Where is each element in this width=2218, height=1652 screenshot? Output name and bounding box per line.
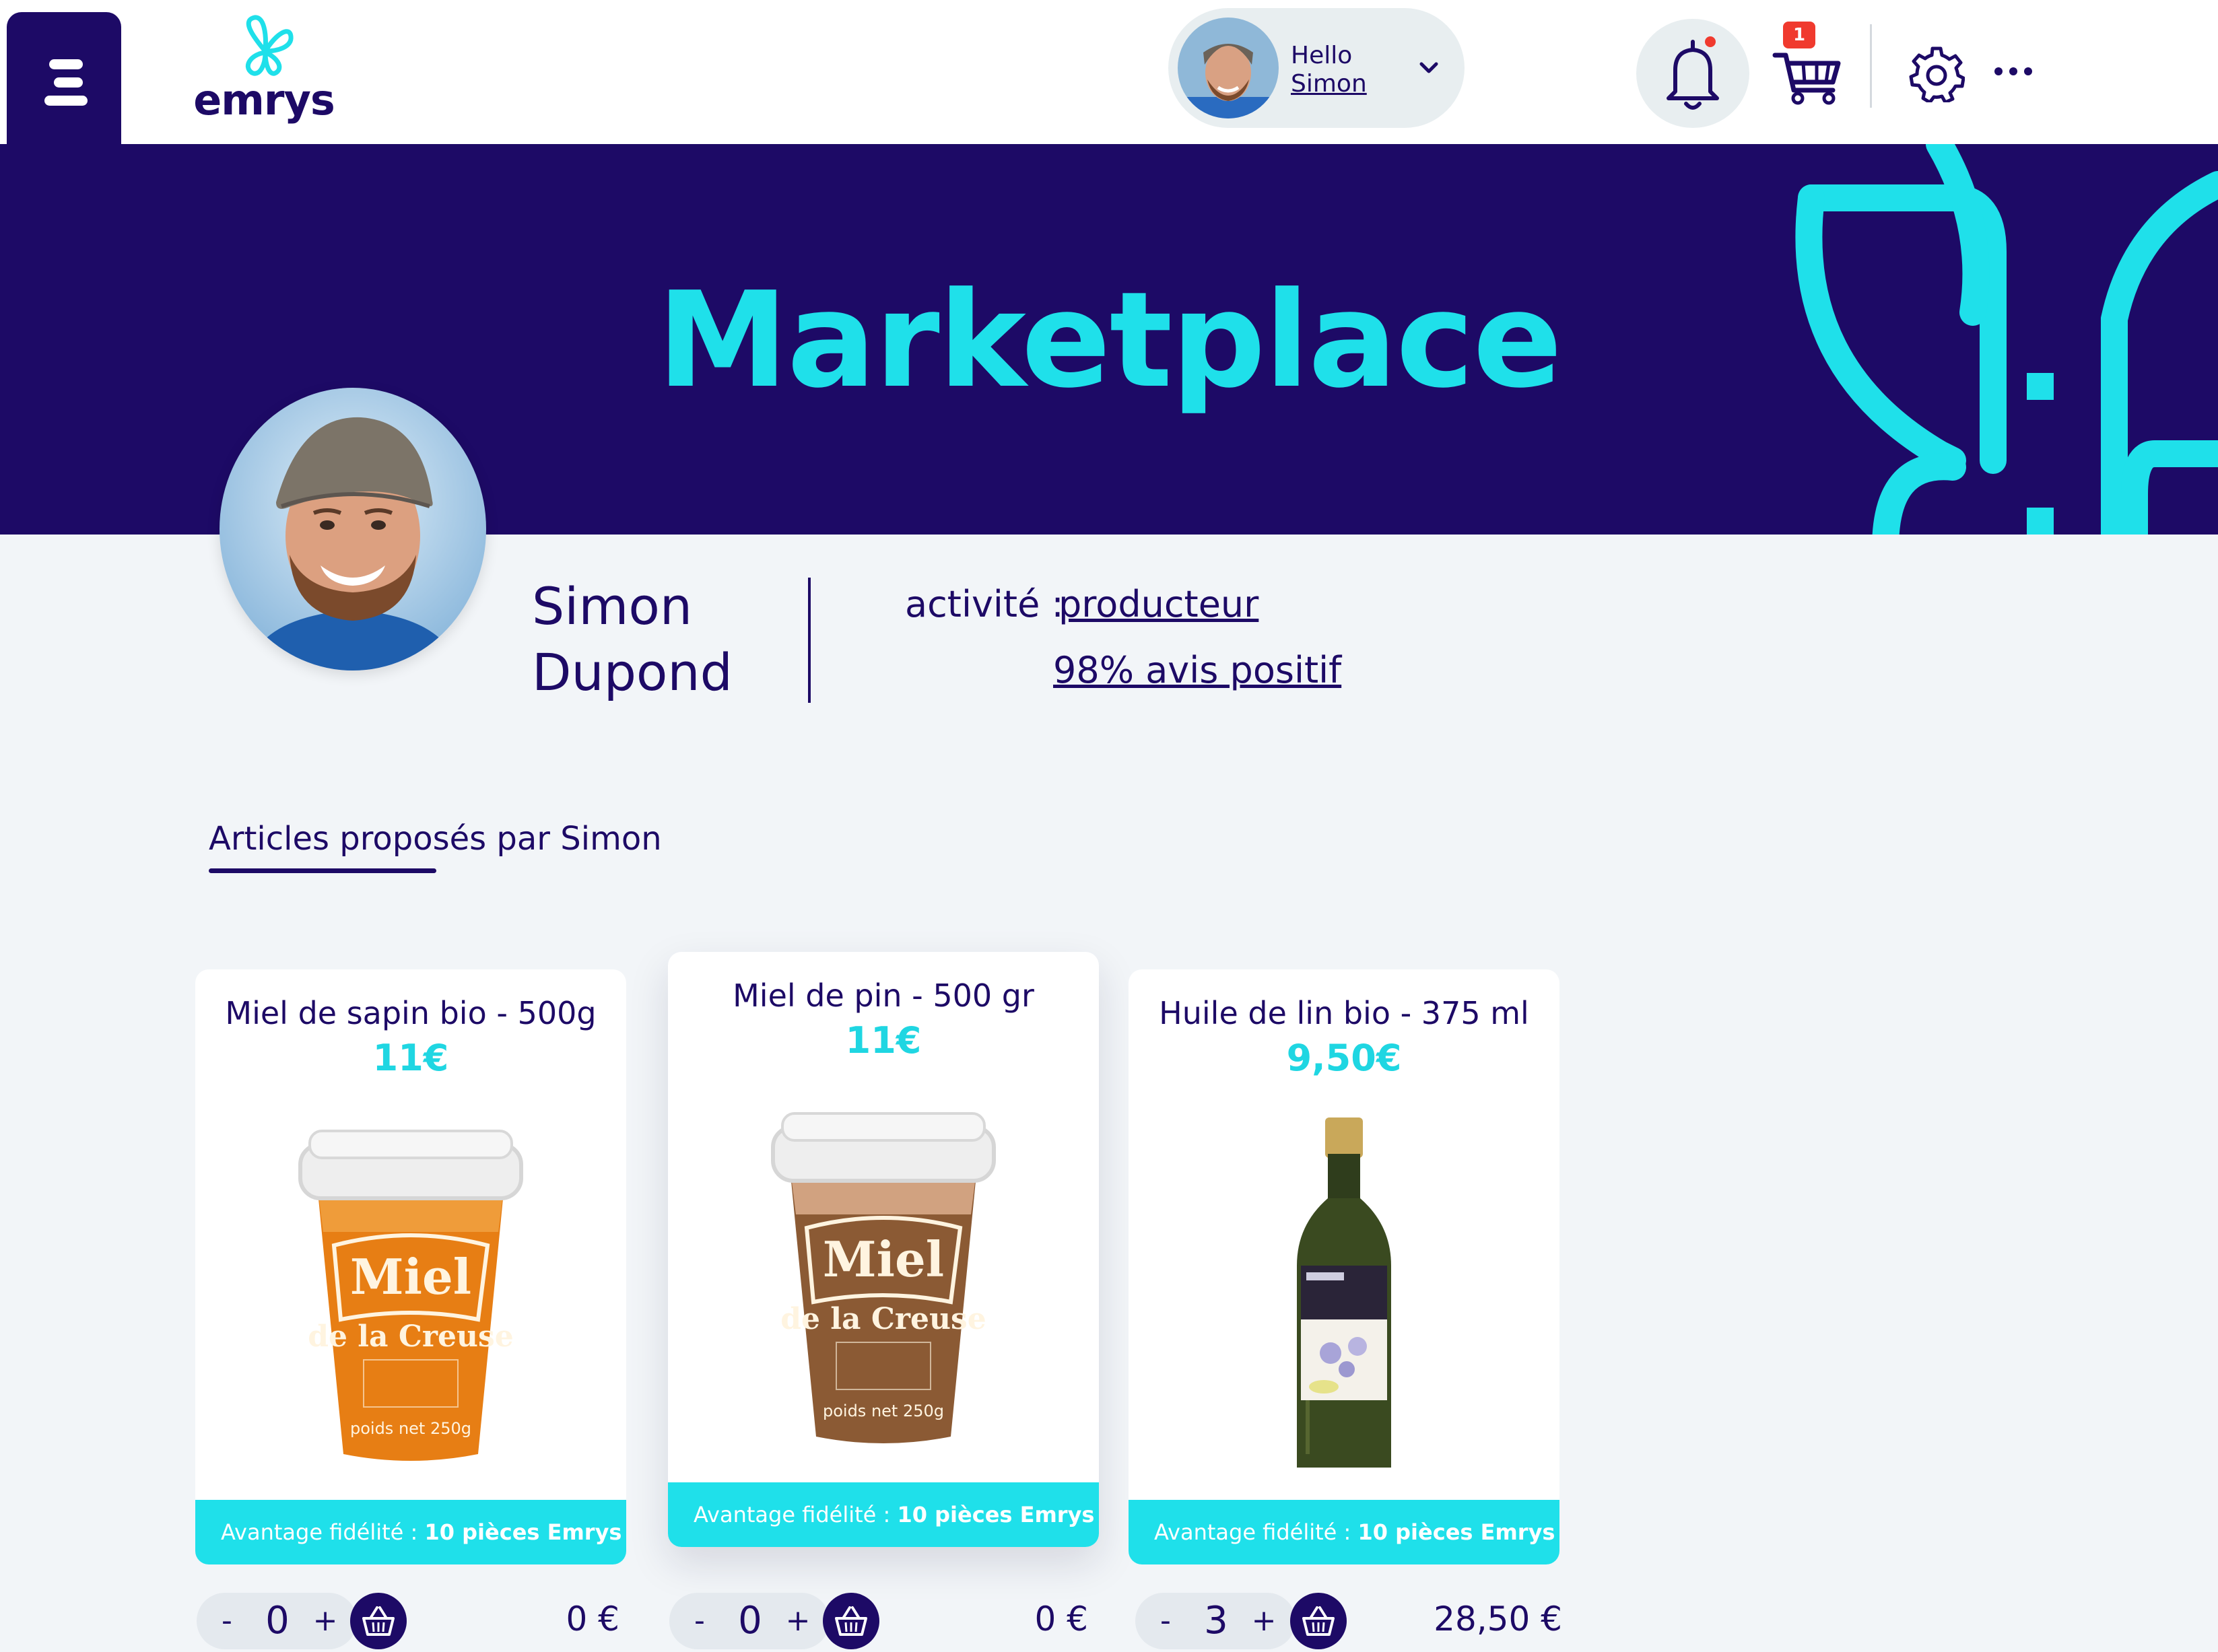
honey-jar-image: Miel de la Creuse poids net 250g: [298, 1130, 523, 1461]
svg-text:Miel: Miel: [823, 1231, 944, 1288]
quantity-value[interactable]: 3: [1182, 1598, 1250, 1644]
logo-text: emrys: [193, 75, 335, 125]
butterfly-icon: [245, 15, 294, 76]
cart-count-badge: 1: [1783, 22, 1815, 48]
settings-button[interactable]: [1908, 46, 1965, 104]
seller-last-name: Dupond: [532, 642, 733, 702]
seller-first-name: Simon: [532, 576, 693, 636]
toolbar-divider: [1870, 24, 1872, 108]
svg-text:de la Creuse: de la Creuse: [308, 1319, 514, 1354]
product-title: Huile de lin bio - 375 ml: [1159, 995, 1529, 1031]
quantity-stepper[interactable]: - 0 +: [197, 1593, 357, 1649]
product-title: Miel de pin - 500 gr: [733, 977, 1034, 1014]
product-price: 11€: [845, 1019, 922, 1062]
user-menu[interactable]: Hello Simon: [1168, 8, 1465, 128]
rating-link[interactable]: 98% avis positif: [1053, 649, 1341, 691]
line-total: 28,50 €: [1434, 1599, 1562, 1639]
product-card[interactable]: Miel de pin - 500 gr 11€ Miel de la Creu…: [668, 952, 1099, 1547]
loyalty-label: Avantage fidélité :: [221, 1519, 425, 1545]
svg-text:Miel: Miel: [350, 1248, 471, 1305]
activity-link[interactable]: producteur: [1058, 583, 1258, 625]
product-card[interactable]: Miel de sapin bio - 500g 11€ Miel de la …: [195, 969, 626, 1564]
decrease-quantity-button[interactable]: -: [210, 1602, 244, 1640]
loyalty-label: Avantage fidélité :: [1154, 1519, 1358, 1545]
quantity-stepper[interactable]: - 3 +: [1135, 1593, 1296, 1649]
tab-seller-articles[interactable]: Articles proposés par Simon: [209, 820, 662, 858]
product-card[interactable]: Huile de lin bio - 375 ml 9,50€ Avantage…: [1129, 969, 1559, 1564]
notifications-button[interactable]: [1636, 19, 1749, 128]
tab-active-underline: [209, 868, 436, 873]
add-to-basket-button[interactable]: [823, 1593, 879, 1649]
product-title: Miel de sapin bio - 500g: [225, 995, 597, 1031]
notification-dot: [1705, 36, 1716, 47]
line-total: 0 €: [566, 1599, 619, 1639]
add-to-basket-button[interactable]: [350, 1593, 407, 1649]
loyalty-banner: Avantage fidélité : 10 pièces Emrys: [195, 1500, 626, 1564]
menu-icon-line: [44, 96, 88, 106]
increase-quantity-button[interactable]: +: [1247, 1602, 1281, 1640]
product-price: 11€: [372, 1037, 449, 1079]
cart-button[interactable]: 1: [1771, 22, 1845, 106]
more-icon: [1994, 67, 2003, 75]
gear-icon: [1909, 46, 1965, 104]
basket-icon: [362, 1606, 395, 1636]
bell-icon: [1667, 36, 1719, 110]
basket-icon: [1302, 1606, 1335, 1636]
chevron-down-icon: [1419, 62, 1438, 73]
loyalty-banner: Avantage fidélité : 10 pièces Emrys: [1129, 1500, 1559, 1564]
honey-jar-image: Miel de la Creuse poids net 250g: [771, 1112, 996, 1443]
user-name-link[interactable]: Simon: [1291, 70, 1367, 98]
increase-quantity-button[interactable]: +: [781, 1602, 815, 1640]
basket-icon: [835, 1606, 867, 1636]
decrease-quantity-button[interactable]: -: [1149, 1602, 1182, 1640]
line-total: 0 €: [1034, 1599, 1088, 1639]
quantity-value[interactable]: 0: [244, 1598, 311, 1644]
butterfly-decoration-icon: [1795, 144, 2218, 535]
avatar: [1178, 18, 1279, 118]
loyalty-value: 10 pièces Emrys: [897, 1502, 1095, 1527]
profile-divider: [808, 578, 811, 703]
more-options-button[interactable]: [1993, 62, 2034, 82]
add-to-basket-button[interactable]: [1290, 1593, 1347, 1649]
menu-icon: [49, 59, 83, 69]
loyalty-value: 10 pièces Emrys: [1357, 1519, 1555, 1545]
loyalty-banner: Avantage fidélité : 10 pièces Emrys: [668, 1482, 1099, 1547]
increase-quantity-button[interactable]: +: [308, 1602, 342, 1640]
menu-icon-line: [54, 77, 83, 88]
svg-text:poids net 250g: poids net 250g: [350, 1419, 471, 1438]
decrease-quantity-button[interactable]: -: [683, 1602, 716, 1640]
more-icon-dot: [2024, 67, 2032, 75]
greeting-text: Hello: [1291, 42, 1353, 69]
product-price: 9,50€: [1286, 1037, 1402, 1079]
seller-profile-photo: [220, 388, 486, 670]
svg-text:poids net 250g: poids net 250g: [823, 1402, 944, 1420]
more-icon-dot: [2009, 67, 2017, 75]
quantity-stepper[interactable]: - 0 +: [669, 1593, 830, 1649]
oil-bottle-image: [1297, 1117, 1391, 1468]
loyalty-label: Avantage fidélité :: [694, 1502, 898, 1527]
emrys-logo[interactable]: emrys: [190, 13, 338, 125]
loyalty-value: 10 pièces Emrys: [424, 1519, 622, 1545]
menu-button[interactable]: [7, 12, 121, 144]
quantity-value[interactable]: 0: [716, 1598, 784, 1644]
activity-label: activité :: [905, 583, 1064, 625]
svg-text:de la Creuse: de la Creuse: [780, 1302, 986, 1336]
